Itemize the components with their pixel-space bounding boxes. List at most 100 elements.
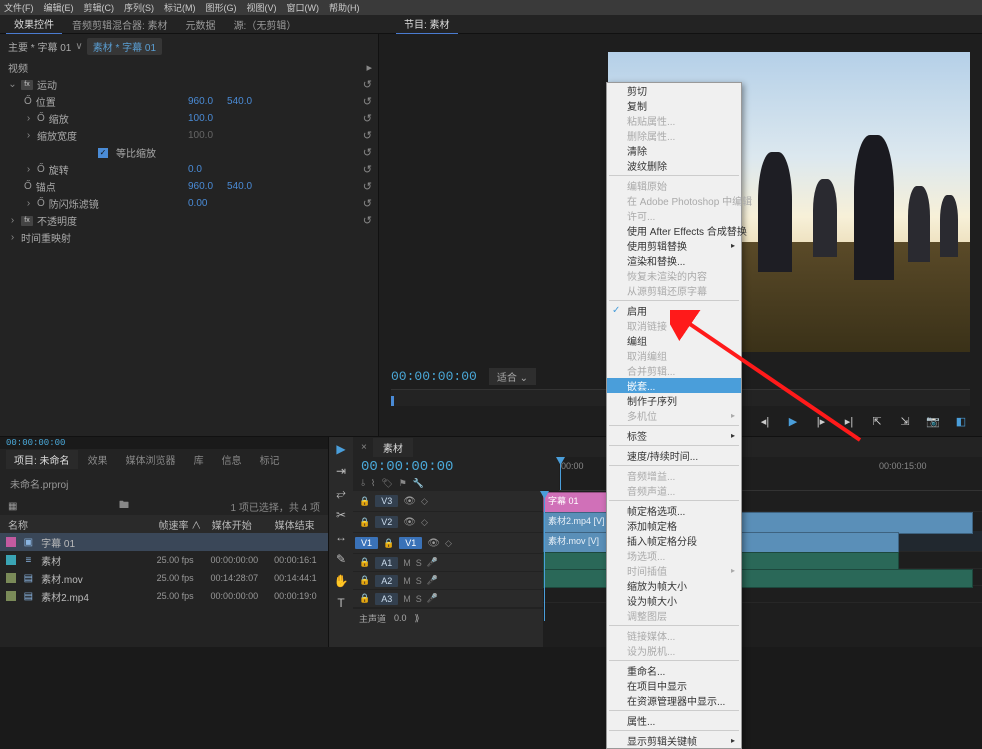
menu-item[interactable]: 文件(F) — [4, 1, 34, 14]
ec-anch-y[interactable]: 540.0 — [227, 181, 252, 192]
menu-item[interactable]: 剪辑(C) — [84, 1, 115, 14]
menu-item[interactable]: 视图(V) — [247, 1, 277, 14]
stopwatch-icon[interactable]: Ő — [37, 113, 45, 124]
col-end[interactable]: 媒体结束 — [275, 517, 328, 532]
clip-context-menu[interactable]: 剪切复制粘贴属性...删除属性...清除波纹删除编辑原始在 Adobe Phot… — [606, 82, 742, 749]
twirl-icon[interactable]: ⌄ — [8, 79, 17, 90]
track-a1[interactable]: A1 — [375, 557, 398, 569]
context-menu-item[interactable]: 标签 — [607, 428, 741, 443]
lock-icon[interactable]: 🔒 — [359, 575, 370, 586]
tab-program[interactable]: 节目: 素材 — [396, 14, 458, 35]
ripple-tool[interactable]: ⥂ — [333, 485, 349, 501]
monitor-timecode[interactable]: 00:00:00:00 — [391, 369, 477, 384]
project-item[interactable]: ▣字幕 01 — [0, 533, 328, 551]
col-name[interactable]: 名称 — [0, 517, 158, 532]
fx-badge[interactable]: fx — [21, 216, 33, 226]
step-back-button[interactable]: ◂| — [756, 413, 774, 429]
col-start[interactable]: 媒体开始 — [212, 517, 275, 532]
rec-button[interactable]: 🎤 — [427, 593, 438, 604]
context-menu-item[interactable]: 复制 — [607, 98, 741, 113]
extract-button[interactable]: ⇲ — [896, 413, 914, 429]
menu-item[interactable]: 帮助(H) — [329, 1, 360, 14]
label-chip[interactable] — [6, 537, 16, 547]
reset-icon[interactable]: ↺ — [363, 95, 372, 108]
context-menu-item[interactable]: 帧定格选项... — [607, 503, 741, 518]
master-value[interactable]: 0.0 — [394, 613, 407, 623]
razor-tool[interactable]: ✂ — [333, 507, 349, 523]
context-menu-item[interactable]: 渲染和替换... — [607, 253, 741, 268]
lock-icon[interactable]: 🔒 — [359, 557, 370, 568]
twirl-icon[interactable]: › — [24, 113, 33, 124]
eye-icon[interactable]: 👁 — [403, 517, 416, 528]
twirl-icon[interactable]: › — [24, 164, 33, 175]
label-chip[interactable] — [6, 573, 16, 583]
uniform-checkbox[interactable]: ✓ — [98, 148, 108, 158]
menu-item[interactable]: 窗口(W) — [287, 1, 320, 14]
lock-icon[interactable]: 🔒 — [359, 496, 370, 507]
project-item[interactable]: ▤素材.mov25.00 fps00:14:28:0700:14:44:1 — [0, 569, 328, 587]
ec-timeremap[interactable]: 时间重映射 — [21, 230, 71, 245]
eye-icon[interactable]: 👁 — [427, 538, 440, 549]
timeline-playhead[interactable] — [544, 491, 545, 621]
context-menu-item[interactable]: 速度/持续时间... — [607, 448, 741, 463]
menu-item[interactable]: 编辑(E) — [44, 1, 74, 14]
tab-audio-mixer[interactable]: 音频剪辑混合器: 素材 — [64, 15, 176, 34]
twirl-icon[interactable]: › — [24, 198, 33, 209]
mute-button[interactable]: M — [403, 594, 411, 604]
context-menu-item[interactable]: 启用 — [607, 303, 741, 318]
context-menu-item[interactable]: 插入帧定格分段 — [607, 533, 741, 548]
context-menu-item[interactable]: 使用 After Effects 合成替换 — [607, 223, 741, 238]
snap-icon[interactable]: ⫰ — [361, 478, 365, 489]
ec-clip-dropdown[interactable]: 素材 * 字幕 01 — [87, 38, 162, 55]
context-menu-item[interactable]: 设为帧大小 — [607, 593, 741, 608]
tab-metadata[interactable]: 元数据 — [178, 15, 224, 34]
reset-icon[interactable]: ↺ — [363, 78, 372, 91]
project-item[interactable]: ≡素材25.00 fps00:00:00:0000:00:16:1 — [0, 551, 328, 569]
track-a3[interactable]: A3 — [375, 593, 398, 605]
tab-effect-controls[interactable]: 效果控件 — [6, 14, 62, 35]
track-v3[interactable]: V3 — [375, 495, 398, 507]
settings-icon[interactable]: ⚑ — [399, 478, 407, 489]
context-menu-item[interactable]: 重命名... — [607, 663, 741, 678]
playhead[interactable] — [560, 457, 561, 490]
context-menu-item[interactable]: 在资源管理器中显示... — [607, 693, 741, 708]
context-menu-item[interactable]: 在项目中显示 — [607, 678, 741, 693]
link-icon[interactable]: ⌇ — [371, 478, 375, 489]
comparison-button[interactable]: ◧ — [952, 413, 970, 429]
export-frame-button[interactable]: 📷 — [924, 413, 942, 429]
stopwatch-icon[interactable]: Ő — [37, 164, 45, 175]
pen-tool[interactable]: ✎ — [333, 551, 349, 567]
track-v2[interactable]: V2 — [375, 516, 398, 528]
app-menubar[interactable]: 文件(F)编辑(E)剪辑(C)序列(S)标记(M)图形(G)视图(V)窗口(W)… — [0, 0, 982, 15]
hand-tool[interactable]: ✋ — [333, 573, 349, 589]
project-tab[interactable]: 媒体浏览器 — [118, 450, 184, 469]
lock-icon[interactable]: 🔒 — [359, 517, 370, 528]
chevron-icon[interactable]: ⟫ — [415, 613, 420, 624]
ec-antiflicker-v[interactable]: 0.00 — [188, 198, 207, 209]
label-chip[interactable] — [6, 591, 16, 601]
ec-motion[interactable]: 运动 — [37, 77, 57, 92]
ec-rotation-v[interactable]: 0.0 — [188, 164, 202, 175]
reset-icon[interactable]: ↺ — [363, 112, 372, 125]
play-button[interactable]: ▶ — [784, 413, 802, 429]
rec-button[interactable]: 🎤 — [427, 557, 438, 568]
solo-button[interactable]: S — [416, 558, 422, 568]
context-menu-item[interactable]: 添加帧定格 — [607, 518, 741, 533]
solo-button[interactable]: S — [416, 576, 422, 586]
context-menu-item[interactable]: 波纹删除 — [607, 158, 741, 173]
ec-scale-v[interactable]: 100.0 — [188, 113, 213, 124]
stopwatch-icon[interactable]: Ő — [24, 181, 32, 192]
lock-icon[interactable]: 🔒 — [383, 538, 394, 549]
context-menu-item[interactable]: 嵌套... — [607, 378, 741, 393]
project-tab[interactable]: 信息 — [214, 450, 250, 469]
track-a2[interactable]: A2 — [375, 575, 398, 587]
eye-icon[interactable]: 👁 — [403, 496, 416, 507]
stopwatch-icon[interactable]: Ő — [37, 198, 45, 209]
col-fps[interactable]: 帧速率 ∧ — [158, 517, 211, 532]
context-menu-item[interactable]: 属性... — [607, 713, 741, 728]
menu-item[interactable]: 序列(S) — [124, 1, 154, 14]
marker-opt-icon[interactable]: 🏷 — [381, 478, 392, 489]
context-menu-item[interactable]: 使用剪辑替换 — [607, 238, 741, 253]
context-menu-item[interactable]: 剪切 — [607, 83, 741, 98]
fx-badge[interactable]: fx — [21, 80, 33, 90]
